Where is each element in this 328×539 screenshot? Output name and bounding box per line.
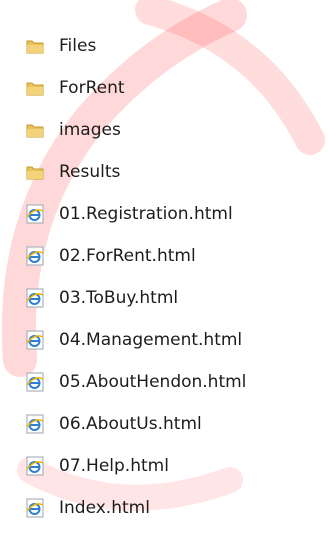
item-label: 03.ToBuy.html xyxy=(59,288,179,308)
list-item-file-forrent[interactable]: 02.ForRent.html xyxy=(24,243,196,269)
list-item-file-abouthendon[interactable]: 05.AboutHendon.html xyxy=(24,369,246,395)
item-label: ForRent xyxy=(59,78,125,98)
item-label: 07.Help.html xyxy=(59,456,169,476)
html-file-icon xyxy=(24,497,46,519)
item-label: Files xyxy=(59,36,97,56)
list-item-file-index[interactable]: Index.html xyxy=(24,495,150,521)
list-item-folder-forrent[interactable]: ForRent xyxy=(24,75,125,101)
list-item-file-registration[interactable]: 01.Registration.html xyxy=(24,201,233,227)
folder-icon xyxy=(24,77,46,99)
folder-icon xyxy=(24,161,46,183)
item-label: 02.ForRent.html xyxy=(59,246,196,266)
folder-icon xyxy=(24,35,46,57)
list-item-file-management[interactable]: 04.Management.html xyxy=(24,327,242,353)
list-item-file-help[interactable]: 07.Help.html xyxy=(24,453,169,479)
item-label: 01.Registration.html xyxy=(59,204,233,224)
item-label: images xyxy=(59,120,121,140)
list-item-file-tobuy[interactable]: 03.ToBuy.html xyxy=(24,285,178,311)
html-file-icon xyxy=(24,413,46,435)
list-item-file-aboutus[interactable]: 06.AboutUs.html xyxy=(24,411,202,437)
file-list: Files ForRent images Results 01.Registra… xyxy=(0,0,328,539)
html-file-icon xyxy=(24,203,46,225)
item-label: 04.Management.html xyxy=(59,330,243,350)
list-item-folder-files[interactable]: Files xyxy=(24,33,96,59)
html-file-icon xyxy=(24,245,46,267)
item-label: Index.html xyxy=(59,498,150,518)
html-file-icon xyxy=(24,455,46,477)
html-file-icon xyxy=(24,287,46,309)
list-item-folder-results[interactable]: Results xyxy=(24,159,120,185)
item-label: Results xyxy=(59,162,121,182)
item-label: 06.AboutUs.html xyxy=(59,414,202,434)
item-label: 05.AboutHendon.html xyxy=(59,372,247,392)
html-file-icon xyxy=(24,329,46,351)
html-file-icon xyxy=(24,371,46,393)
list-item-folder-images[interactable]: images xyxy=(24,117,121,143)
folder-icon xyxy=(24,119,46,141)
